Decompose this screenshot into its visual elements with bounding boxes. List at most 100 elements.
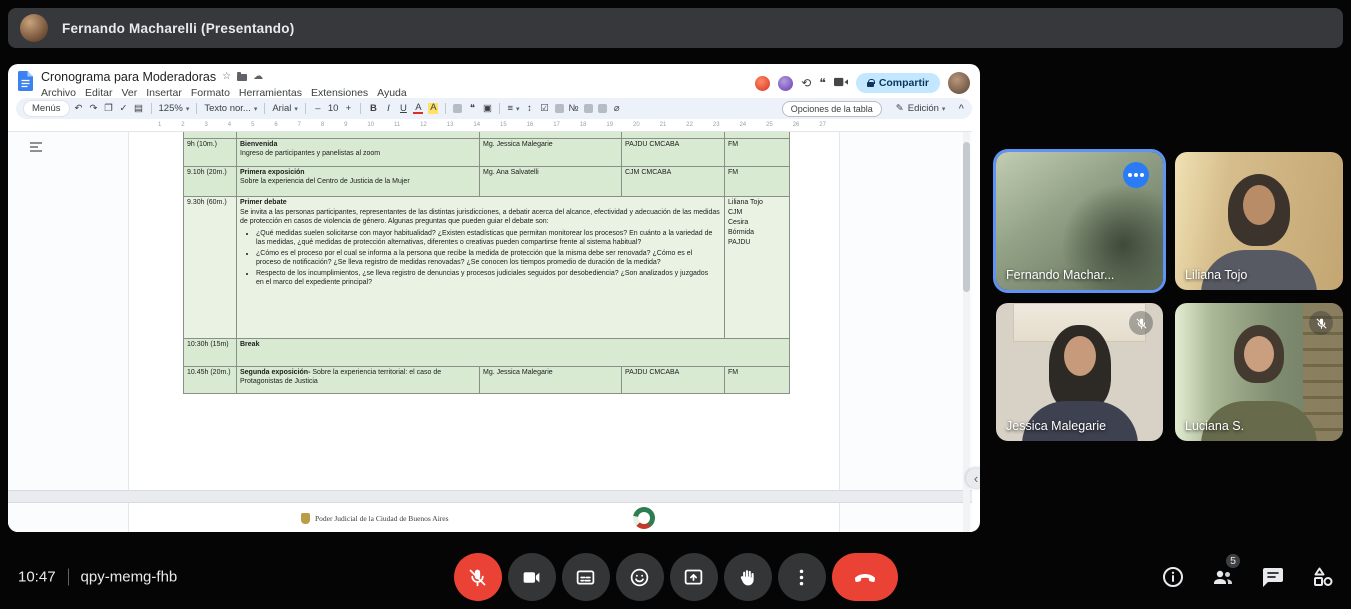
pajdu-logo: PAJDU xyxy=(629,507,659,532)
bullet-item[interactable]: ¿Qué medidas suelen solicitarse con mayo… xyxy=(256,230,721,248)
font-size-increase[interactable]: + xyxy=(343,104,353,114)
share-button[interactable]: Compartir xyxy=(856,73,940,93)
highlight-icon[interactable]: A xyxy=(428,103,438,113)
activities-button[interactable] xyxy=(1311,565,1335,589)
insert-image-icon[interactable]: ▣ xyxy=(482,104,492,114)
indent-decrease-icon[interactable] xyxy=(584,104,593,113)
font-size-decrease[interactable]: – xyxy=(313,104,323,114)
cell-content[interactable]: Primer debate Se invita a las personas p… xyxy=(237,197,725,339)
indent-increase-icon[interactable] xyxy=(598,104,607,113)
cell-org[interactable]: CJM CMCABA xyxy=(622,167,725,197)
font-size-value[interactable]: 10 xyxy=(328,103,339,114)
cell-time[interactable]: 9.10h (20m.) xyxy=(184,167,237,197)
paint-format-icon[interactable]: ▤ xyxy=(134,104,144,114)
document-canvas[interactable]: 9h (10m.) BienvenidaIngreso de participa… xyxy=(8,132,972,532)
participant-tile-jessica[interactable]: Jessica Malegarie xyxy=(996,303,1163,441)
participant-tile-liliana[interactable]: Liliana Tojo xyxy=(1175,152,1343,290)
mic-button[interactable] xyxy=(454,553,502,601)
cell-content[interactable]: BienvenidaIngreso de participantes y pan… xyxy=(237,139,480,167)
cell-org[interactable]: PAJDU CMCABA xyxy=(622,139,725,167)
cell-time[interactable]: 9.30h (60m.) xyxy=(184,197,237,339)
cell-time[interactable]: 10.45h (20m.) xyxy=(184,367,237,394)
cell-org[interactable]: PAJDU CMCABA xyxy=(622,367,725,394)
italic-icon[interactable]: I xyxy=(383,104,393,114)
cell-time[interactable]: 10:30h (15m) xyxy=(184,339,237,367)
doc-scroll-thumb[interactable] xyxy=(963,142,970,292)
star-icon[interactable]: ☆ xyxy=(222,72,231,82)
participant-name: Liliana Tojo xyxy=(1185,268,1247,282)
presentation-stage[interactable]: Cronograma para Moderadoras ☆ ☁ Archivo … xyxy=(8,64,980,532)
doc-title[interactable]: Cronograma para Moderadoras xyxy=(41,70,216,84)
cell-content[interactable]: Primera exposiciónSobre la experiencia d… xyxy=(237,167,480,197)
hand-icon xyxy=(737,567,758,588)
docs-toolbar: Menús ↶ ↷ ❐ ✓ ▤ 125%▾ Texto nor...▾ Aria… xyxy=(16,98,972,119)
cell-panelists[interactable]: Liliana Tojo CJM Cesira Bórmida PAJDU xyxy=(725,197,790,339)
move-folder-icon[interactable] xyxy=(237,74,247,81)
line-spacing-icon[interactable]: ↕ xyxy=(525,104,535,114)
print-icon[interactable]: ❐ xyxy=(104,104,114,114)
cell-speaker[interactable]: Mg. Jessica Malegarie xyxy=(480,367,622,394)
document-outline-icon[interactable] xyxy=(30,142,42,152)
cell-resp[interactable]: FM xyxy=(725,367,790,394)
present-button[interactable] xyxy=(670,553,718,601)
cell-time[interactable]: 9h (10m.) xyxy=(184,139,237,167)
videocam-icon xyxy=(521,567,542,588)
font-select[interactable]: Arial▾ xyxy=(272,103,298,114)
clock: 10:47 xyxy=(18,569,56,586)
text-color-icon[interactable]: A xyxy=(413,103,423,115)
ruler-number: 6 xyxy=(274,122,277,128)
bold-icon[interactable]: B xyxy=(368,104,378,114)
cell-content[interactable]: Segunda exposición- Sobre la experiencia… xyxy=(237,367,480,394)
ruler-number: 11 xyxy=(394,122,400,128)
hide-menus-icon[interactable]: ^ xyxy=(958,103,964,114)
raise-hand-button[interactable] xyxy=(724,553,772,601)
clear-formatting-icon[interactable]: ⌀ xyxy=(612,104,622,114)
ruler-number: 26 xyxy=(793,122,800,128)
captions-button[interactable] xyxy=(562,553,610,601)
share-label: Compartir xyxy=(879,77,929,89)
cell-resp[interactable]: FM xyxy=(725,167,790,197)
cell-speaker[interactable]: Mg. Ana Salvatelli xyxy=(480,167,622,197)
cell-speaker[interactable]: Mg. Jessica Malegarie xyxy=(480,139,622,167)
meeting-details-button[interactable] xyxy=(1161,565,1185,589)
bulleted-list-icon[interactable] xyxy=(555,104,564,113)
end-call-button[interactable] xyxy=(832,553,898,601)
bullet-item[interactable]: ¿Cómo es el proceso por el cual se infor… xyxy=(256,250,721,268)
spellcheck-icon[interactable]: ✓ xyxy=(119,104,129,114)
underline-icon[interactable]: U xyxy=(398,104,408,114)
undo-icon[interactable]: ↶ xyxy=(74,104,84,114)
participants-button[interactable]: 5 xyxy=(1211,565,1235,589)
zoom-select[interactable]: 125%▾ xyxy=(159,103,190,114)
participant-tile-luciana[interactable]: Luciana S. xyxy=(1175,303,1343,441)
court-crest-icon xyxy=(301,513,310,524)
redo-icon[interactable]: ↷ xyxy=(89,104,99,114)
align-select[interactable]: ≡▾ xyxy=(507,103,519,114)
menus-button[interactable]: Menús xyxy=(24,101,69,116)
meet-cam-icon[interactable] xyxy=(834,77,848,89)
version-history-icon[interactable]: ⟲ xyxy=(801,77,811,89)
presenter-label: Fernando Macharelli (Presentando) xyxy=(62,21,294,36)
table-options-button[interactable]: Opciones de la tabla xyxy=(782,101,882,117)
add-comment-icon[interactable]: ❝ xyxy=(467,104,477,114)
checklist-icon[interactable]: ☑ xyxy=(540,104,550,114)
collaborator-avatar xyxy=(755,76,770,91)
cell-resp[interactable]: FM xyxy=(725,139,790,167)
insert-link-icon[interactable] xyxy=(453,104,462,113)
comments-icon[interactable]: ❝ xyxy=(819,77,825,89)
ruler-number: 18 xyxy=(580,122,587,128)
account-avatar[interactable] xyxy=(948,72,970,94)
styles-select[interactable]: Texto nor...▾ xyxy=(204,103,257,114)
bullet-item[interactable]: Respecto de los incumplimientos, ¿se lle… xyxy=(256,270,721,288)
numbered-list-icon[interactable]: № xyxy=(569,104,579,114)
more-options-button[interactable] xyxy=(778,553,826,601)
captions-icon xyxy=(575,567,596,588)
chat-button[interactable] xyxy=(1261,565,1285,589)
camera-button[interactable] xyxy=(508,553,556,601)
pajdu-logo-icon xyxy=(633,507,655,529)
editing-mode-select[interactable]: ✎ Edición ▾ xyxy=(895,103,946,114)
participant-tile-fernando[interactable]: Fernando Machar... xyxy=(996,152,1163,290)
reactions-button[interactable] xyxy=(616,553,664,601)
cell-content[interactable]: Break xyxy=(237,339,790,367)
debate-questions: ¿Qué medidas suelen solicitarse con mayo… xyxy=(256,230,721,288)
collapse-panel-icon[interactable]: ‹ xyxy=(966,468,980,488)
